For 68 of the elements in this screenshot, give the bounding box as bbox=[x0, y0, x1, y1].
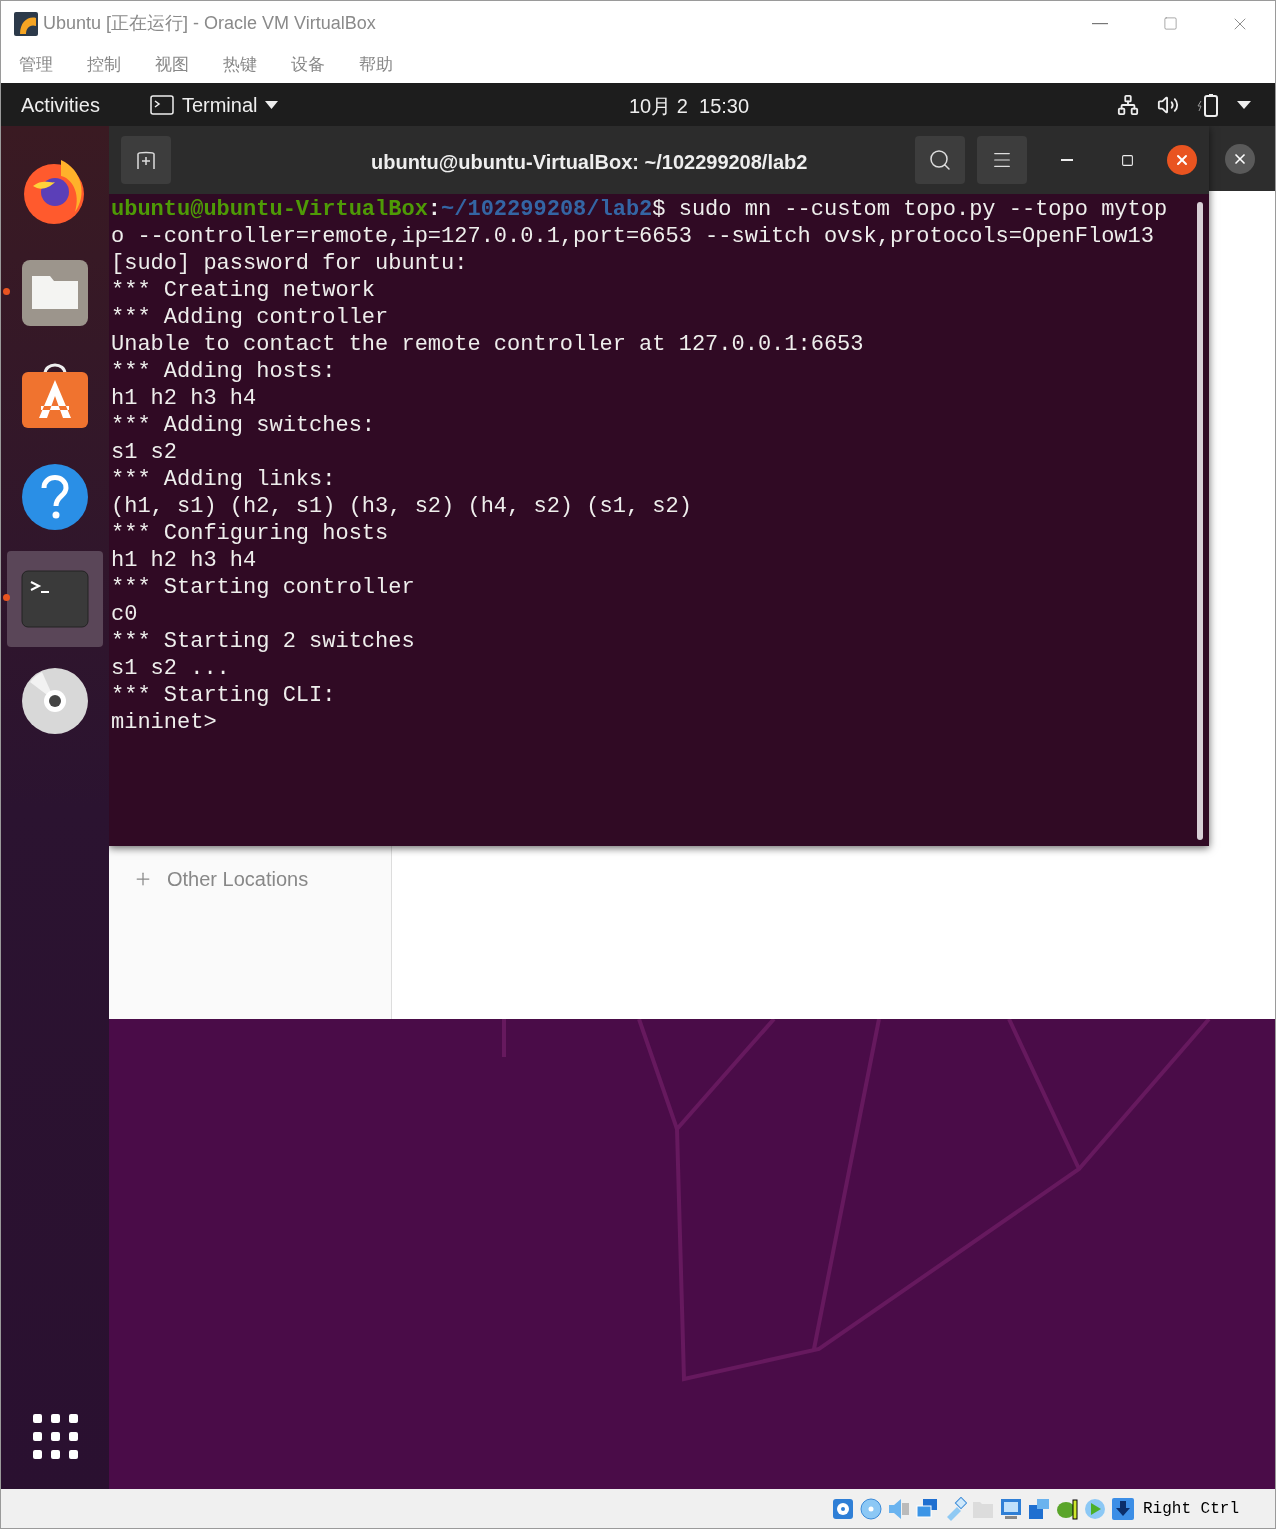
terminal-line: mininet> bbox=[111, 709, 217, 736]
window-title: Ubuntu [正在运行] - Oracle VM VirtualBox bbox=[43, 12, 376, 35]
terminal-line: *** Adding links: bbox=[111, 466, 336, 493]
terminal-line: [sudo] password for ubuntu: bbox=[111, 250, 468, 277]
command-text: $ sudo mn --custom topo.py --topo mytop bbox=[652, 196, 1168, 223]
minimize-icon bbox=[1061, 159, 1073, 161]
maximize-icon bbox=[1162, 16, 1178, 31]
display-icon[interactable] bbox=[999, 1496, 1023, 1521]
close-button[interactable] bbox=[1225, 143, 1255, 174]
menu-item[interactable]: 管理 bbox=[9, 51, 63, 78]
terminal-line: *** Starting CLI: bbox=[111, 682, 336, 709]
host-key-label: Right Ctrl bbox=[1143, 1498, 1239, 1520]
network-icon[interactable] bbox=[1117, 93, 1139, 116]
app-logo-icon bbox=[14, 11, 38, 36]
running-indicator bbox=[3, 594, 10, 601]
disc-icon bbox=[22, 668, 88, 734]
running-indicator bbox=[3, 288, 10, 295]
app-menu[interactable]: Terminal bbox=[149, 89, 279, 120]
terminal-line: *** Starting 2 switches bbox=[111, 628, 415, 655]
minimize-icon bbox=[1092, 22, 1108, 25]
prompt-path: ~/102299208/lab2 bbox=[441, 196, 653, 223]
close-button[interactable] bbox=[1167, 145, 1197, 175]
optical-disc-icon[interactable] bbox=[859, 1496, 883, 1521]
terminal-icon bbox=[21, 570, 89, 628]
menu-item[interactable]: 热键 bbox=[213, 51, 267, 78]
terminal-line: h1 h2 h3 h4 bbox=[111, 385, 257, 412]
prompt-user: ubuntu@ubuntu-VirtualBox bbox=[111, 196, 428, 223]
shopping-bag-icon bbox=[21, 362, 89, 428]
terminal-line: *** Creating network bbox=[111, 277, 376, 304]
new-tab-button[interactable] bbox=[121, 136, 171, 184]
menu-item[interactable]: 帮助 bbox=[349, 51, 403, 78]
new-tab-icon bbox=[135, 151, 157, 169]
menu-item[interactable]: 视图 bbox=[145, 51, 199, 78]
terminal-line: *** Adding controller bbox=[111, 304, 389, 331]
menu-button[interactable] bbox=[977, 136, 1027, 184]
search-icon bbox=[928, 148, 952, 172]
help-icon bbox=[22, 464, 88, 530]
terminal-line: *** Adding hosts: bbox=[111, 358, 336, 385]
folder-icon bbox=[22, 260, 88, 326]
battery-icon[interactable] bbox=[1197, 92, 1219, 117]
menu-item[interactable]: 控制 bbox=[77, 51, 131, 78]
terminal-line: o --controller=remote,ip=127.0.0.1,port=6653 --switch ovsk,protocols=OpenFlow13 bbox=[111, 223, 1154, 250]
terminal-title: ubuntu@ubuntu-VirtualBox: ~/102299208/lab2 bbox=[371, 150, 808, 175]
video-capture-icon[interactable] bbox=[1027, 1496, 1051, 1521]
terminal-line: *** Adding switches: bbox=[111, 412, 376, 439]
close-icon bbox=[1174, 152, 1190, 168]
search-button[interactable] bbox=[915, 136, 965, 184]
terminal-icon bbox=[149, 94, 174, 115]
activities-button[interactable]: Activities bbox=[21, 89, 100, 120]
network-screens-icon[interactable] bbox=[915, 1496, 939, 1521]
terminal-line: *** Configuring hosts bbox=[111, 520, 389, 547]
sidebar-item[interactable]: Other Locations bbox=[109, 864, 309, 894]
terminal-line: *** Starting controller bbox=[111, 574, 415, 601]
maximize-icon bbox=[1120, 153, 1134, 167]
show-apps-button[interactable] bbox=[33, 1414, 78, 1459]
terminal-line: (h1, s1) (h2, s1) (h3, s2) (h4, s2) (s1, s2) bbox=[111, 493, 692, 520]
scrollbar[interactable] bbox=[1197, 202, 1203, 840]
terminal-line: Unable to contact the remote controller at 127.0.0.1:6653 bbox=[111, 331, 864, 358]
terminal-line: h1 h2 h3 h4 bbox=[111, 547, 257, 574]
dropdown-caret-icon bbox=[265, 100, 279, 109]
menu-item[interactable]: 设备 bbox=[281, 51, 335, 78]
terminal-line: c0 bbox=[111, 601, 138, 628]
clock[interactable]: 10月 2 15:30 bbox=[629, 91, 750, 121]
download-icon[interactable] bbox=[1111, 1496, 1135, 1521]
terminal-line: s1 s2 bbox=[111, 439, 177, 466]
system-menu-caret-icon[interactable] bbox=[1237, 100, 1251, 109]
terminal-line: s1 s2 ... bbox=[111, 655, 230, 682]
prompt-separator: : bbox=[427, 196, 442, 223]
